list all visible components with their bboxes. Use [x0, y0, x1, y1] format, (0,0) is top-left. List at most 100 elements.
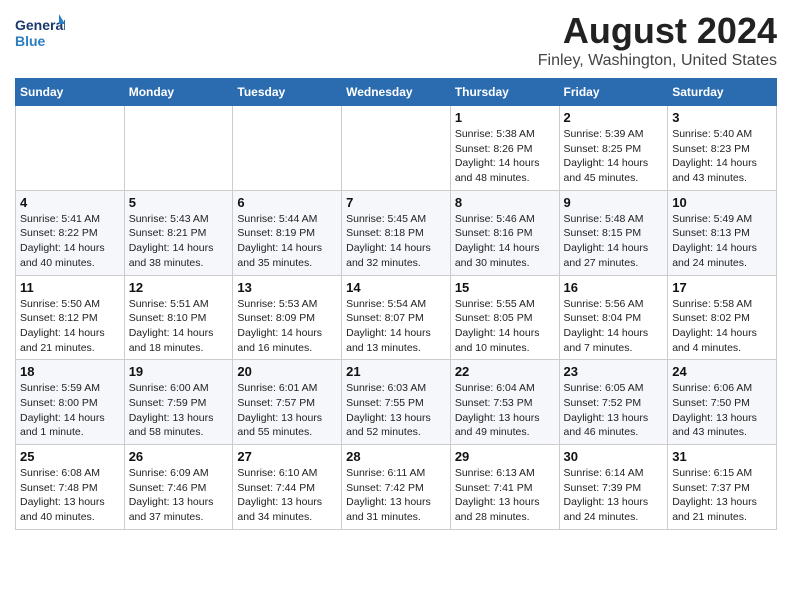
- day-cell: 21 Sunrise: 6:03 AM Sunset: 7:55 PM Dayli…: [342, 360, 451, 445]
- day-number: 19: [129, 364, 229, 379]
- day-number: 23: [564, 364, 664, 379]
- day-cell: 2 Sunrise: 5:39 AM Sunset: 8:25 PM Daylig…: [559, 106, 668, 191]
- week-row-3: 11 Sunrise: 5:50 AM Sunset: 8:12 PM Dayli…: [16, 275, 777, 360]
- day-cell: 28 Sunrise: 6:11 AM Sunset: 7:42 PM Dayli…: [342, 445, 451, 530]
- day-detail: Sunrise: 6:08 AM Sunset: 7:48 PM Dayligh…: [20, 466, 120, 525]
- logo-icon: General Blue: [15, 12, 65, 57]
- day-detail: Sunrise: 5:49 AM Sunset: 8:13 PM Dayligh…: [672, 212, 772, 271]
- week-row-2: 4 Sunrise: 5:41 AM Sunset: 8:22 PM Daylig…: [16, 190, 777, 275]
- day-number: 7: [346, 195, 446, 210]
- week-row-4: 18 Sunrise: 5:59 AM Sunset: 8:00 PM Dayli…: [16, 360, 777, 445]
- day-detail: Sunrise: 5:43 AM Sunset: 8:21 PM Dayligh…: [129, 212, 229, 271]
- day-number: 5: [129, 195, 229, 210]
- weekday-header-thursday: Thursday: [450, 79, 559, 106]
- day-detail: Sunrise: 5:39 AM Sunset: 8:25 PM Dayligh…: [564, 127, 664, 186]
- day-cell: [342, 106, 451, 191]
- day-number: 24: [672, 364, 772, 379]
- svg-text:General: General: [15, 17, 65, 33]
- day-detail: Sunrise: 6:03 AM Sunset: 7:55 PM Dayligh…: [346, 381, 446, 440]
- day-cell: [16, 106, 125, 191]
- day-detail: Sunrise: 6:13 AM Sunset: 7:41 PM Dayligh…: [455, 466, 555, 525]
- day-detail: Sunrise: 6:14 AM Sunset: 7:39 PM Dayligh…: [564, 466, 664, 525]
- day-cell: 25 Sunrise: 6:08 AM Sunset: 7:48 PM Dayli…: [16, 445, 125, 530]
- day-cell: 7 Sunrise: 5:45 AM Sunset: 8:18 PM Daylig…: [342, 190, 451, 275]
- day-detail: Sunrise: 6:11 AM Sunset: 7:42 PM Dayligh…: [346, 466, 446, 525]
- weekday-header-sunday: Sunday: [16, 79, 125, 106]
- day-cell: 12Sunrise: 5:51 AM Sunset: 8:10 PM Dayli…: [124, 275, 233, 360]
- day-number: 18: [20, 364, 120, 379]
- day-cell: 1 Sunrise: 5:38 AM Sunset: 8:26 PM Daylig…: [450, 106, 559, 191]
- day-detail: Sunrise: 5:59 AM Sunset: 8:00 PM Dayligh…: [20, 381, 120, 440]
- day-cell: 30 Sunrise: 6:14 AM Sunset: 7:39 PM Dayli…: [559, 445, 668, 530]
- day-detail: Sunrise: 5:41 AM Sunset: 8:22 PM Dayligh…: [20, 212, 120, 271]
- day-number: 11: [20, 280, 120, 295]
- day-number: 27: [237, 449, 337, 464]
- day-cell: 3 Sunrise: 5:40 AM Sunset: 8:23 PM Daylig…: [668, 106, 777, 191]
- day-detail: Sunrise: 5:44 AM Sunset: 8:19 PM Dayligh…: [237, 212, 337, 271]
- day-cell: 18 Sunrise: 5:59 AM Sunset: 8:00 PM Dayli…: [16, 360, 125, 445]
- day-detail: Sunrise: 6:15 AM Sunset: 7:37 PM Dayligh…: [672, 466, 772, 525]
- day-cell: [233, 106, 342, 191]
- weekday-header-row: SundayMondayTuesdayWednesdayThursdayFrid…: [16, 79, 777, 106]
- day-number: 25: [20, 449, 120, 464]
- day-cell: 29 Sunrise: 6:13 AM Sunset: 7:41 PM Dayli…: [450, 445, 559, 530]
- day-cell: 9Sunrise: 5:48 AM Sunset: 8:15 PM Daylig…: [559, 190, 668, 275]
- day-detail: Sunrise: 5:55 AM Sunset: 8:05 PM Dayligh…: [455, 297, 555, 356]
- day-cell: 23 Sunrise: 6:05 AM Sunset: 7:52 PM Dayli…: [559, 360, 668, 445]
- month-title: August 2024: [538, 10, 777, 52]
- weekday-header-friday: Friday: [559, 79, 668, 106]
- weekday-header-tuesday: Tuesday: [233, 79, 342, 106]
- day-number: 31: [672, 449, 772, 464]
- day-detail: Sunrise: 5:46 AM Sunset: 8:16 PM Dayligh…: [455, 212, 555, 271]
- day-cell: 22Sunrise: 6:04 AM Sunset: 7:53 PM Dayli…: [450, 360, 559, 445]
- week-row-1: 1 Sunrise: 5:38 AM Sunset: 8:26 PM Daylig…: [16, 106, 777, 191]
- day-number: 16: [564, 280, 664, 295]
- logo: General Blue: [15, 10, 65, 57]
- day-detail: Sunrise: 5:38 AM Sunset: 8:26 PM Dayligh…: [455, 127, 555, 186]
- day-cell: 31 Sunrise: 6:15 AM Sunset: 7:37 PM Dayli…: [668, 445, 777, 530]
- day-detail: Sunrise: 6:09 AM Sunset: 7:46 PM Dayligh…: [129, 466, 229, 525]
- day-number: 12: [129, 280, 229, 295]
- day-number: 29: [455, 449, 555, 464]
- day-cell: 19Sunrise: 6:00 AM Sunset: 7:59 PM Dayli…: [124, 360, 233, 445]
- day-cell: 14Sunrise: 5:54 AM Sunset: 8:07 PM Dayli…: [342, 275, 451, 360]
- week-row-5: 25 Sunrise: 6:08 AM Sunset: 7:48 PM Dayli…: [16, 445, 777, 530]
- day-number: 21: [346, 364, 446, 379]
- day-number: 28: [346, 449, 446, 464]
- day-number: 3: [672, 110, 772, 125]
- day-cell: 11 Sunrise: 5:50 AM Sunset: 8:12 PM Dayli…: [16, 275, 125, 360]
- title-area: August 2024 Finley, Washington, United S…: [538, 10, 777, 70]
- day-number: 1: [455, 110, 555, 125]
- day-number: 4: [20, 195, 120, 210]
- day-detail: Sunrise: 6:04 AM Sunset: 7:53 PM Dayligh…: [455, 381, 555, 440]
- day-cell: 27Sunrise: 6:10 AM Sunset: 7:44 PM Dayli…: [233, 445, 342, 530]
- day-cell: 17 Sunrise: 5:58 AM Sunset: 8:02 PM Dayli…: [668, 275, 777, 360]
- weekday-header-monday: Monday: [124, 79, 233, 106]
- weekday-header-saturday: Saturday: [668, 79, 777, 106]
- day-detail: Sunrise: 6:06 AM Sunset: 7:50 PM Dayligh…: [672, 381, 772, 440]
- day-cell: 6 Sunrise: 5:44 AM Sunset: 8:19 PM Daylig…: [233, 190, 342, 275]
- day-cell: 10Sunrise: 5:49 AM Sunset: 8:13 PM Dayli…: [668, 190, 777, 275]
- day-number: 2: [564, 110, 664, 125]
- day-detail: Sunrise: 5:40 AM Sunset: 8:23 PM Dayligh…: [672, 127, 772, 186]
- day-number: 6: [237, 195, 337, 210]
- weekday-header-wednesday: Wednesday: [342, 79, 451, 106]
- calendar-table: SundayMondayTuesdayWednesdayThursdayFrid…: [15, 78, 777, 530]
- day-cell: 20Sunrise: 6:01 AM Sunset: 7:57 PM Dayli…: [233, 360, 342, 445]
- day-number: 30: [564, 449, 664, 464]
- day-cell: 24 Sunrise: 6:06 AM Sunset: 7:50 PM Dayli…: [668, 360, 777, 445]
- day-cell: 5 Sunrise: 5:43 AM Sunset: 8:21 PM Daylig…: [124, 190, 233, 275]
- header: General Blue August 2024 Finley, Washing…: [15, 10, 777, 70]
- day-cell: 15 Sunrise: 5:55 AM Sunset: 8:05 PM Dayli…: [450, 275, 559, 360]
- day-detail: Sunrise: 5:45 AM Sunset: 8:18 PM Dayligh…: [346, 212, 446, 271]
- day-detail: Sunrise: 5:58 AM Sunset: 8:02 PM Dayligh…: [672, 297, 772, 356]
- day-detail: Sunrise: 6:05 AM Sunset: 7:52 PM Dayligh…: [564, 381, 664, 440]
- svg-text:Blue: Blue: [15, 33, 46, 49]
- day-number: 20: [237, 364, 337, 379]
- day-detail: Sunrise: 5:50 AM Sunset: 8:12 PM Dayligh…: [20, 297, 120, 356]
- day-cell: [124, 106, 233, 191]
- day-number: 17: [672, 280, 772, 295]
- day-number: 8: [455, 195, 555, 210]
- day-cell: 13Sunrise: 5:53 AM Sunset: 8:09 PM Dayli…: [233, 275, 342, 360]
- day-number: 15: [455, 280, 555, 295]
